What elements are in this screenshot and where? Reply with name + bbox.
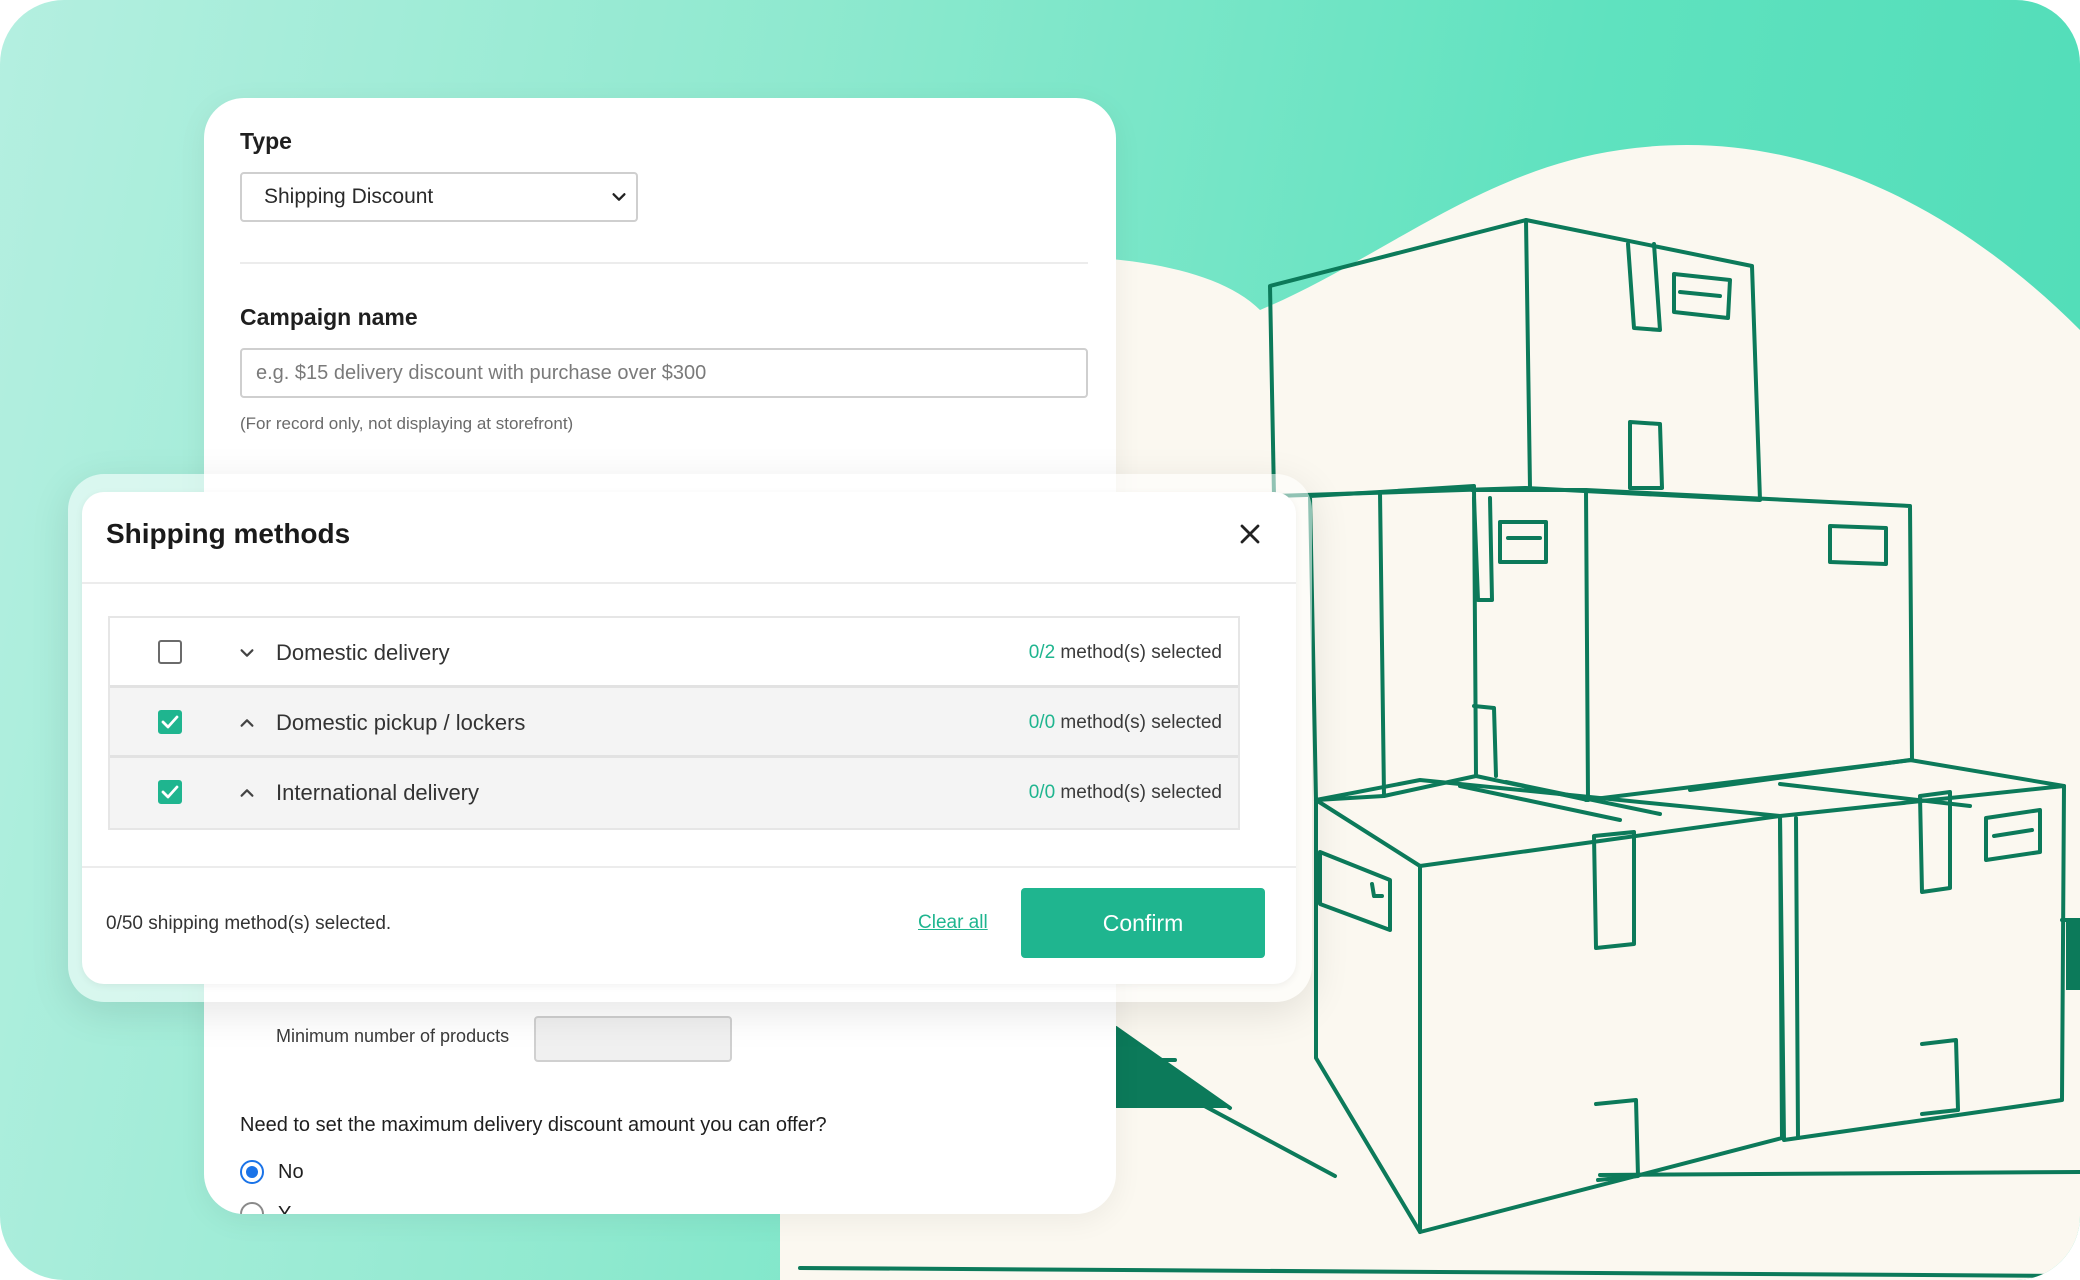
minimum-products-label: Minimum number of products (276, 1026, 510, 1046)
clear-all-link[interactable]: Clear all (918, 912, 988, 934)
close-icon[interactable] (1234, 518, 1266, 550)
shipping-group-row[interactable]: Domestic delivery 0/2 method(s) selected (110, 618, 1238, 688)
minimum-products-input[interactable] (534, 1016, 732, 1062)
check-icon (161, 785, 179, 799)
group-count-value: 0/0 (1028, 782, 1056, 803)
shipping-group-row[interactable]: International delivery 0/0 method(s) sel… (110, 758, 1238, 828)
group-selected-count: 0/0 method(s) selected (1029, 782, 1222, 804)
radio-option-no[interactable]: No (240, 1160, 304, 1184)
radio-no[interactable] (240, 1160, 264, 1184)
group-count-suffix: method(s) selected (1060, 712, 1222, 733)
radio-option-yes[interactable]: Y (240, 1202, 291, 1214)
campaign-name-label: Campaign name (240, 304, 418, 330)
chevron-up-icon[interactable] (238, 714, 256, 732)
shipping-methods-modal: Shipping methods Domestic delivery 0/2 m… (82, 492, 1296, 984)
group-selected-count: 0/2 method(s) selected (1029, 642, 1222, 664)
group-count-value: 0/0 (1028, 712, 1056, 733)
group-label: Domestic delivery (276, 640, 450, 665)
type-select-value: Shipping Discount (264, 185, 434, 208)
type-select[interactable]: Shipping Discount (240, 172, 638, 222)
group-count-value: 0/2 (1028, 642, 1056, 663)
chevron-up-icon[interactable] (238, 784, 256, 802)
confirm-button[interactable]: Confirm (1021, 888, 1265, 958)
group-count-suffix: method(s) selected (1060, 642, 1222, 663)
radio-no-label: No (278, 1160, 304, 1183)
selected-methods-summary: 0/50 shipping method(s) selected. (106, 913, 392, 934)
chevron-down-icon[interactable] (238, 644, 256, 662)
group-checkbox-international-delivery[interactable] (158, 780, 182, 804)
background-canvas: Type Shipping Discount Campaign name (Fo… (0, 0, 2080, 1280)
campaign-name-input[interactable] (240, 348, 1088, 398)
max-discount-question: Need to set the maximum delivery discoun… (240, 1114, 827, 1136)
group-label: Domestic pickup / lockers (276, 710, 526, 735)
group-label: International delivery (276, 780, 480, 805)
group-checkbox-domestic-delivery[interactable] (158, 640, 182, 664)
campaign-name-hint: (For record only, not displaying at stor… (240, 414, 574, 433)
modal-footer-divider (82, 866, 1296, 868)
check-icon (161, 715, 179, 729)
group-selected-count: 0/0 method(s) selected (1029, 712, 1222, 734)
radio-yes[interactable] (240, 1202, 264, 1214)
shipping-group-list: Domestic delivery 0/2 method(s) selected… (108, 616, 1240, 830)
modal-header-divider (82, 582, 1296, 584)
section-divider (240, 262, 1088, 264)
modal-title: Shipping methods (106, 518, 351, 549)
shipping-group-row[interactable]: Domestic pickup / lockers 0/0 method(s) … (110, 688, 1238, 758)
group-checkbox-domestic-pickup[interactable] (158, 710, 182, 734)
chevron-down-icon (612, 193, 626, 201)
type-label: Type (240, 128, 292, 154)
group-count-suffix: method(s) selected (1060, 782, 1222, 803)
radio-yes-label: Y (278, 1202, 292, 1215)
